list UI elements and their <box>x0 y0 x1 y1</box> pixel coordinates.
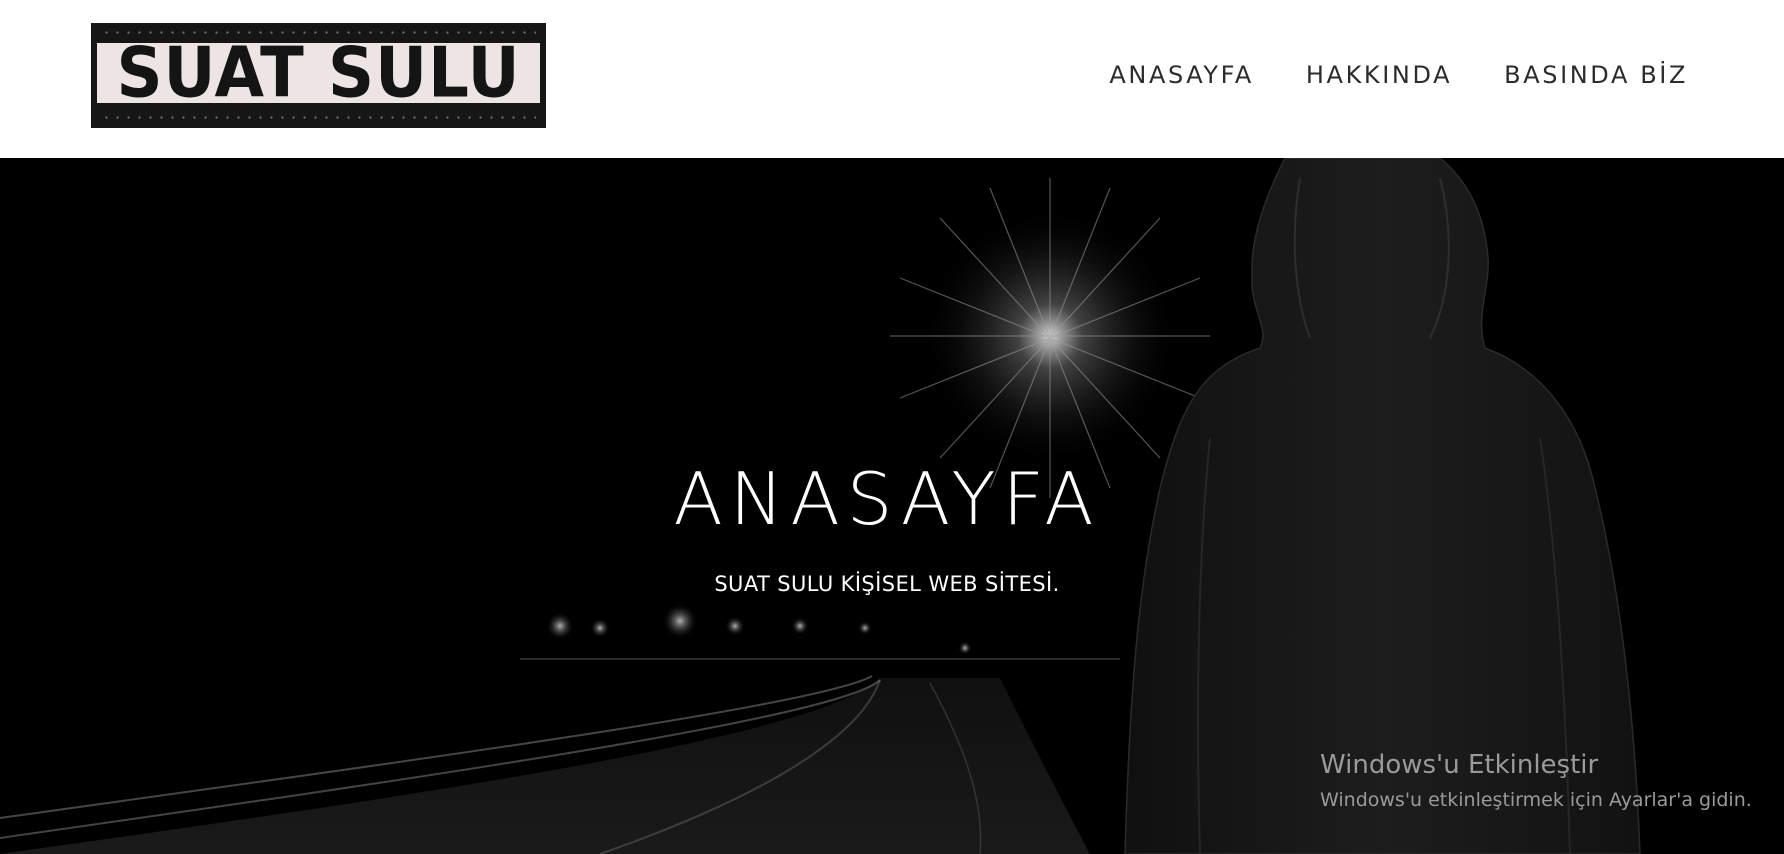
nav-item-anasayfa[interactable]: ANASAYFA <box>1109 60 1254 90</box>
site-header: SUAT SULU ANASAYFA HAKKINDA BASINDA BİZ <box>0 0 1784 158</box>
main-nav: ANASAYFA HAKKINDA BASINDA BİZ <box>1109 60 1688 90</box>
activation-title: Windows'u Etkinleştir <box>1320 750 1599 780</box>
hero-title: ANASAYFA <box>673 457 1101 541</box>
road <box>0 675 1090 854</box>
street-light-glow-icon <box>890 178 1210 498</box>
activation-text: Windows'u etkinleştirmek için Ayarlar'a … <box>1320 789 1752 811</box>
windows-activation-watermark: Windows'u Etkinleştir Windows'u etkinleş… <box>1320 748 1752 814</box>
site-logo[interactable]: SUAT SULU <box>91 23 546 128</box>
distant-lights <box>520 603 1120 660</box>
hero-subtitle: SUAT SULU KİŞİSEL WEB SİTESİ. <box>714 572 1060 596</box>
nav-item-basinda-biz[interactable]: BASINDA BİZ <box>1504 60 1688 90</box>
nav-item-hakkinda[interactable]: HAKKINDA <box>1306 60 1452 90</box>
logo-dots-bottom <box>101 116 536 119</box>
logo-text: SUAT SULU <box>116 34 521 114</box>
